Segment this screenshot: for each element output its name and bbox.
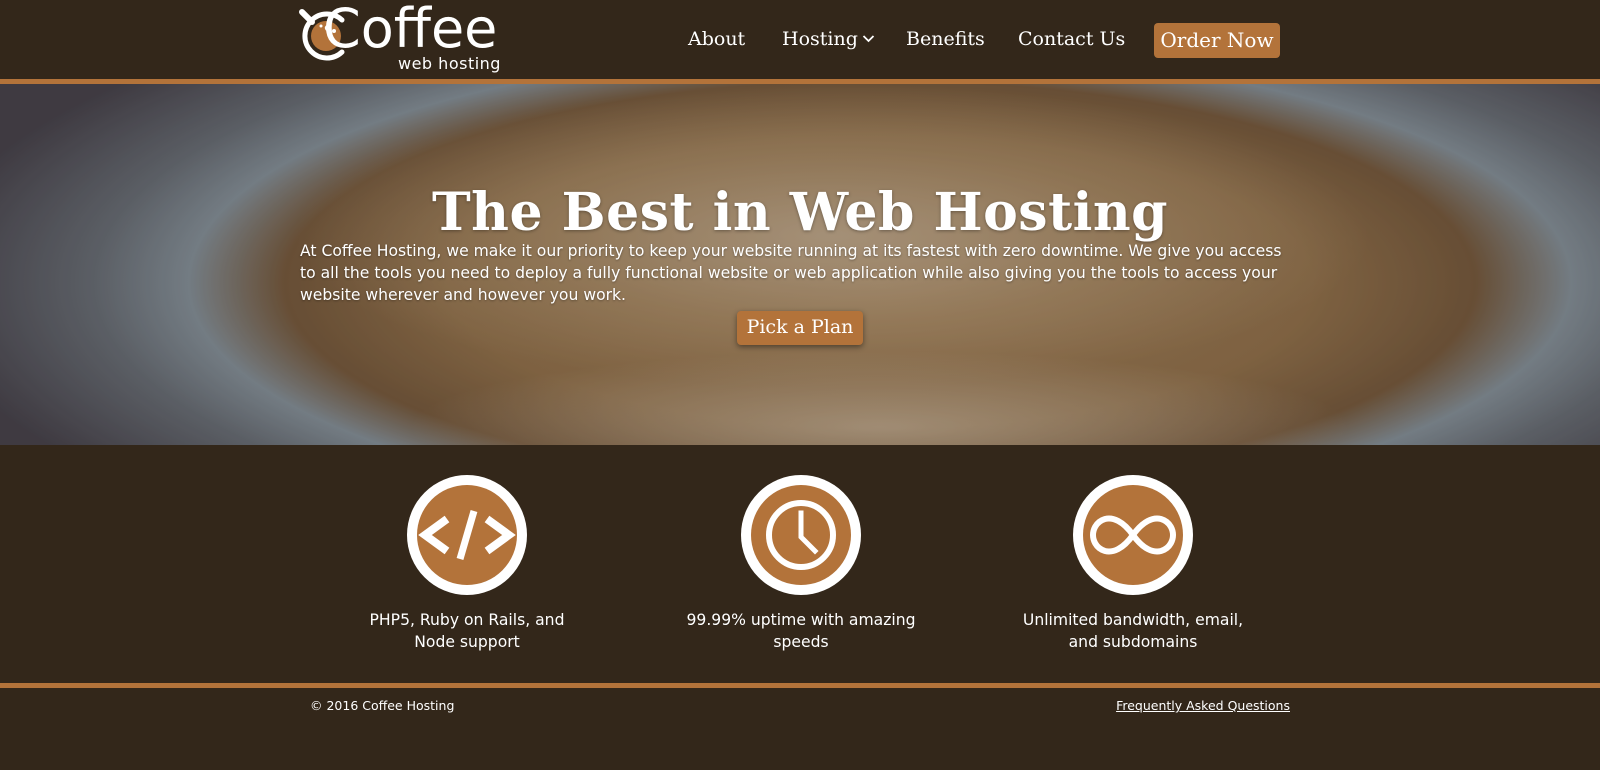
infinity-icon bbox=[1073, 475, 1193, 595]
feature-text: PHP5, Ruby on Rails, and Node support bbox=[369, 611, 565, 651]
nav-hosting-label: Hosting bbox=[782, 28, 858, 50]
feature-item: Unlimited bandwidth, email, and subdomai… bbox=[1013, 475, 1253, 653]
code-icon bbox=[407, 475, 527, 595]
feature-text: Unlimited bandwidth, email, and subdomai… bbox=[1022, 611, 1244, 651]
nav-hosting[interactable]: Hosting bbox=[782, 28, 875, 50]
logo-tagline: web hosting bbox=[398, 54, 501, 73]
hero-section: The Best in Web Hosting At Coffee Hostin… bbox=[0, 84, 1600, 445]
chevron-down-icon bbox=[862, 35, 875, 43]
nav-about[interactable]: About bbox=[688, 28, 745, 50]
faq-link[interactable]: Frequently Asked Questions bbox=[1116, 698, 1290, 713]
nav-contact-us[interactable]: Contact Us bbox=[1018, 28, 1125, 50]
pick-a-plan-button[interactable]: Pick a Plan bbox=[737, 311, 863, 345]
site-footer: © 2016 Coffee Hosting Frequently Asked Q… bbox=[0, 688, 1600, 770]
feature-text: 99.99% uptime with amazing speeds bbox=[686, 611, 916, 651]
hero-title: The Best in Web Hosting bbox=[431, 182, 1169, 243]
feature-item: 99.99% uptime with amazing speeds bbox=[681, 475, 921, 653]
logo-wordmark: Coffee bbox=[323, 0, 498, 60]
hero-description: At Coffee Hosting, we make it our priori… bbox=[300, 242, 1282, 304]
features-section: PHP5, Ruby on Rails, and Node support 99… bbox=[0, 445, 1600, 683]
order-now-button[interactable]: Order Now bbox=[1154, 23, 1280, 58]
logo[interactable]: Coffee web hosting bbox=[298, 2, 503, 76]
copyright-text: © 2016 Coffee Hosting bbox=[310, 698, 455, 713]
nav-benefits[interactable]: Benefits bbox=[906, 28, 985, 50]
site-header: Coffee web hosting About Hosting Benefit… bbox=[0, 0, 1600, 79]
clock-icon bbox=[741, 475, 861, 595]
feature-item: PHP5, Ruby on Rails, and Node support bbox=[347, 475, 587, 653]
